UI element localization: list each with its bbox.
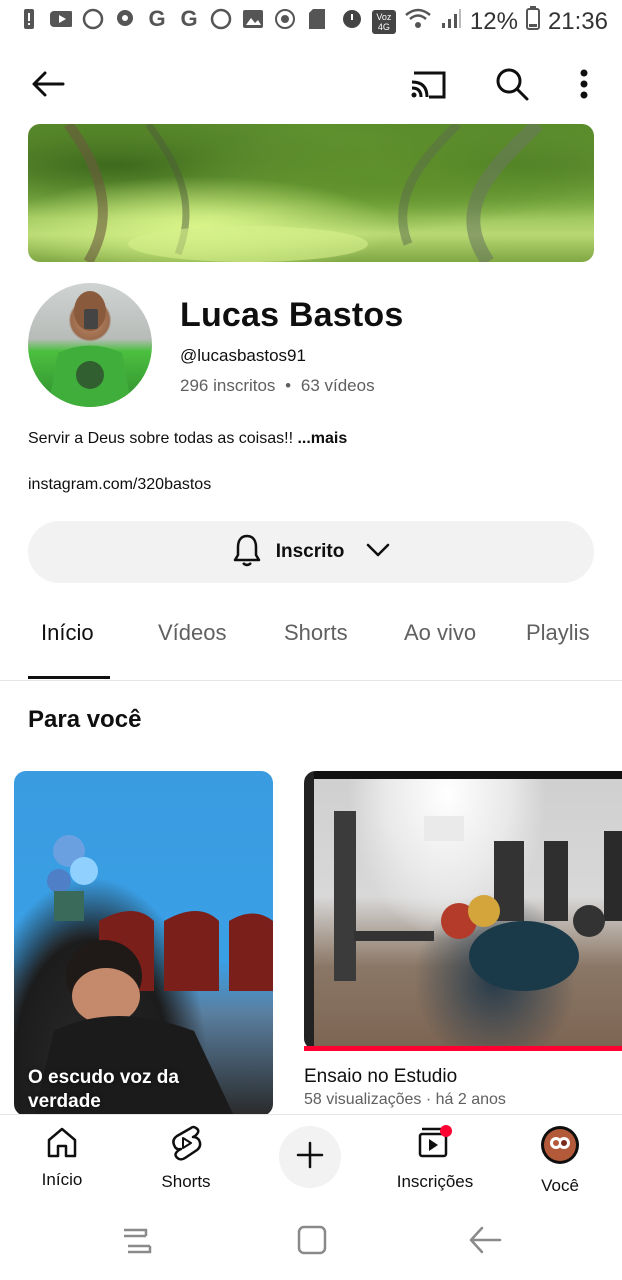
video-title[interactable]: Ensaio no Estudio <box>304 1066 457 1088</box>
watched-progress-bar <box>304 1046 622 1051</box>
home-square-icon[interactable] <box>296 1224 328 1261</box>
subscribed-button[interactable]: Inscrito <box>28 521 594 583</box>
clock: 21:36 <box>547 7 608 35</box>
status-bar: G G Voz 4G 12% 21:36 <box>0 0 622 44</box>
battery-percent: 12% <box>469 7 518 35</box>
channel-stats: 296 inscritos • 63 vídeos <box>180 376 375 396</box>
plus-icon <box>296 1141 324 1174</box>
description-text: Servir a Deus sobre todas as coisas!! <box>28 430 294 447</box>
nav-label: Você <box>541 1176 579 1195</box>
subscribed-label: Inscrito <box>275 541 345 562</box>
tab-ao-vivo[interactable]: Ao vivo <box>404 620 476 646</box>
recents-icon[interactable] <box>120 1226 154 1261</box>
tab-playlists[interactable]: Playlis <box>526 620 590 646</box>
tab-videos[interactable]: Vídeos <box>158 620 227 646</box>
more-vert-icon[interactable] <box>566 62 602 106</box>
more-link[interactable]: ...mais <box>297 430 347 447</box>
youtube-icon <box>50 8 72 30</box>
home-icon <box>45 1125 79 1164</box>
subscriber-count: 296 inscritos <box>180 376 276 395</box>
tab-shorts[interactable]: Shorts <box>284 620 348 646</box>
nav-label: Shorts <box>161 1172 211 1191</box>
top-app-bar <box>0 50 622 116</box>
channel-link[interactable]: instagram.com/320bastos <box>28 476 211 494</box>
nav-shorts[interactable]: Shorts <box>136 1125 236 1192</box>
chat-icon <box>114 8 136 30</box>
chevron-down-icon <box>366 543 390 562</box>
cast-icon[interactable] <box>404 62 452 106</box>
battery-icon <box>525 6 540 37</box>
gallery-icon <box>242 8 264 30</box>
tab-inicio[interactable]: Início <box>41 620 94 646</box>
video-meta: 58 visualizações · há 2 anos <box>304 1091 506 1108</box>
network-badge: Voz 4G <box>371 9 396 34</box>
bell-icon <box>232 533 262 572</box>
short-thumbnail[interactable] <box>14 771 273 1116</box>
short-title[interactable]: O escudo voz da verdade <box>28 1066 228 1114</box>
channel-description[interactable]: Servir a Deus sobre todas as coisas!! ..… <box>28 430 347 448</box>
search-icon[interactable] <box>488 62 536 106</box>
subscriptions-icon <box>416 1125 454 1166</box>
channel-avatar[interactable] <box>28 283 152 407</box>
signal-icon <box>440 7 462 36</box>
sd-card-icon <box>306 8 328 30</box>
account-avatar-icon <box>540 1125 580 1170</box>
nav-label: Inscrições <box>396 1172 474 1191</box>
system-indicators: Voz 4G 12% 21:36 <box>340 6 608 37</box>
video-thumbnail[interactable] <box>304 771 622 1050</box>
wifi-icon <box>404 7 432 36</box>
nav-voce[interactable]: Você <box>510 1125 610 1196</box>
nav-label: Início <box>41 1170 83 1189</box>
back-arrow-icon[interactable] <box>26 62 70 106</box>
shorts-icon <box>169 1125 203 1166</box>
whatsapp-icon <box>82 8 104 30</box>
stats-separator: • <box>285 376 292 395</box>
active-tab-indicator <box>28 676 110 679</box>
channel-tabs: Início Vídeos Shorts Ao vivo Playlis <box>0 606 622 681</box>
section-title: Para você <box>28 706 142 733</box>
create-button[interactable] <box>279 1126 341 1188</box>
video-count: 63 vídeos <box>300 376 375 395</box>
camera-icon <box>274 8 296 30</box>
channel-banner <box>28 124 594 262</box>
whatsapp-icon <box>210 8 232 30</box>
google-icon: G <box>180 6 198 31</box>
system-navigation <box>0 1204 622 1280</box>
alert-icon <box>18 8 40 30</box>
notification-icons: G G <box>18 6 328 31</box>
channel-name: Lucas Bastos <box>180 296 404 334</box>
nav-inscricoes[interactable]: Inscrições <box>385 1125 485 1192</box>
nav-inicio[interactable]: Início <box>12 1125 112 1190</box>
google-icon: G <box>148 6 166 31</box>
alarm-icon <box>340 6 364 37</box>
back-icon[interactable] <box>468 1224 502 1261</box>
channel-handle: @lucasbastos91 <box>180 346 306 365</box>
